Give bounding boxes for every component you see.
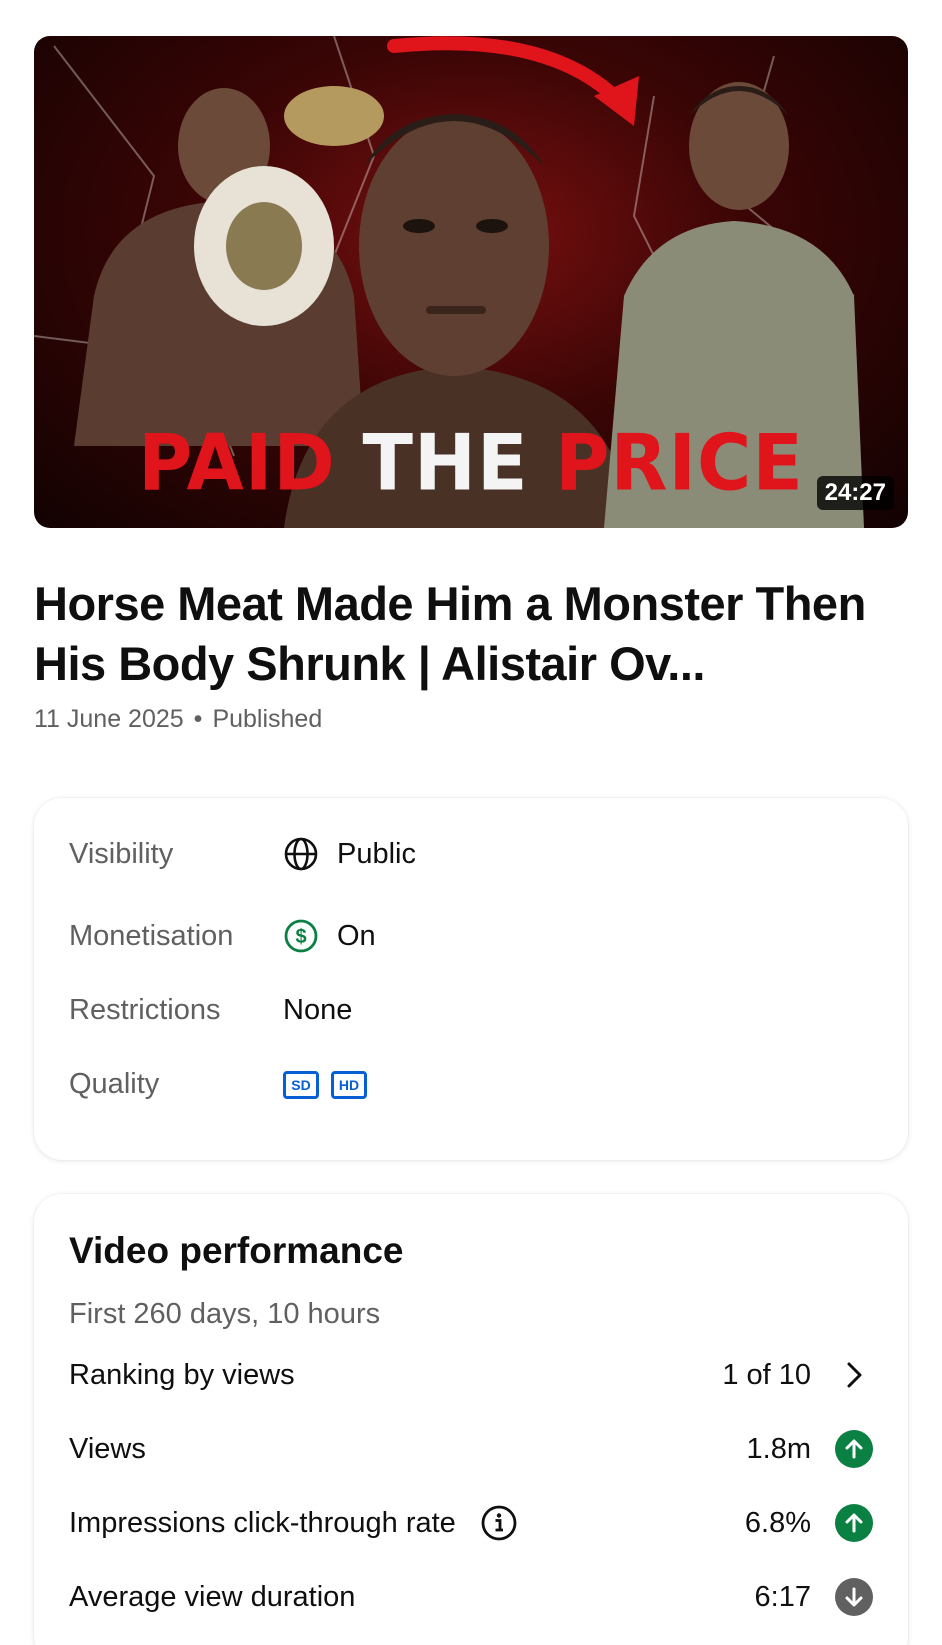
performance-period: First 260 days, 10 hours: [69, 1298, 381, 1330]
restrictions-row[interactable]: Restrictions None: [69, 994, 873, 1027]
views-label: Views: [69, 1432, 146, 1465]
trend-up-icon: [835, 1504, 873, 1542]
globe-icon: [284, 837, 318, 871]
video-thumbnail[interactable]: PAID THE PRICE 24:27: [34, 36, 908, 528]
ranking-label: Ranking by views: [69, 1358, 295, 1391]
avd-row: Average view duration 6:17: [69, 1578, 873, 1616]
video-details-page: PAID THE PRICE 24:27 Horse Meat Made Him…: [0, 0, 942, 1645]
info-icon[interactable]: [480, 1504, 518, 1542]
monetisation-row[interactable]: Monetisation $ On: [69, 918, 873, 954]
restrictions-label: Restrictions: [69, 994, 221, 1026]
video-performance-card: Video performance First 260 days, 10 hou…: [34, 1194, 908, 1645]
chevron-right-icon[interactable]: [835, 1356, 873, 1394]
ranking-row[interactable]: Ranking by views 1 of 10: [69, 1356, 873, 1394]
hd-badge: HD: [331, 1070, 367, 1099]
publish-date: 11 June 2025: [34, 705, 184, 733]
thumbnail-caption: PAID THE PRICE: [34, 418, 908, 508]
thumbnail-caption-part1: PAID: [138, 417, 336, 509]
quality-label: Quality: [69, 1068, 160, 1100]
visibility-label: Visibility: [69, 837, 174, 870]
quality-row: Quality SD HD: [69, 1068, 873, 1101]
publish-status: Published: [212, 705, 323, 733]
ctr-row: Impressions click-through rate 6.8%: [69, 1504, 873, 1542]
thumbnail-caption-part2: THE: [362, 417, 529, 509]
monetisation-label: Monetisation: [69, 919, 234, 952]
visibility-row[interactable]: Visibility Public: [69, 836, 873, 872]
monetisation-value: On: [337, 919, 376, 952]
svg-text:$: $: [295, 926, 306, 948]
dollar-circle-icon: $: [284, 919, 318, 953]
thumbnail-caption-part3: PRICE: [555, 417, 804, 509]
trend-down-icon: [835, 1578, 873, 1616]
views-row: Views 1.8m: [69, 1430, 873, 1468]
performance-title: Video performance: [69, 1230, 404, 1271]
video-title: Horse Meat Made Him a Monster Then His B…: [34, 577, 866, 690]
avd-label: Average view duration: [69, 1580, 356, 1613]
ctr-value: 6.8%: [744, 1506, 811, 1539]
meta-separator: •: [193, 705, 203, 733]
video-meta: 11 June 2025 • Published: [34, 705, 322, 734]
trend-up-icon: [835, 1430, 873, 1468]
visibility-value: Public: [337, 837, 416, 870]
video-details-card: Visibility Public Monetisation $ On Rest…: [34, 798, 908, 1160]
avd-value: 6:17: [754, 1580, 811, 1613]
sd-badge: SD: [283, 1070, 319, 1099]
duration-badge: 24:27: [816, 476, 894, 510]
views-value: 1.8m: [746, 1432, 811, 1465]
ranking-value: 1 of 10: [722, 1358, 811, 1391]
restrictions-value: None: [283, 994, 353, 1026]
ctr-label: Impressions click-through rate: [69, 1506, 456, 1539]
